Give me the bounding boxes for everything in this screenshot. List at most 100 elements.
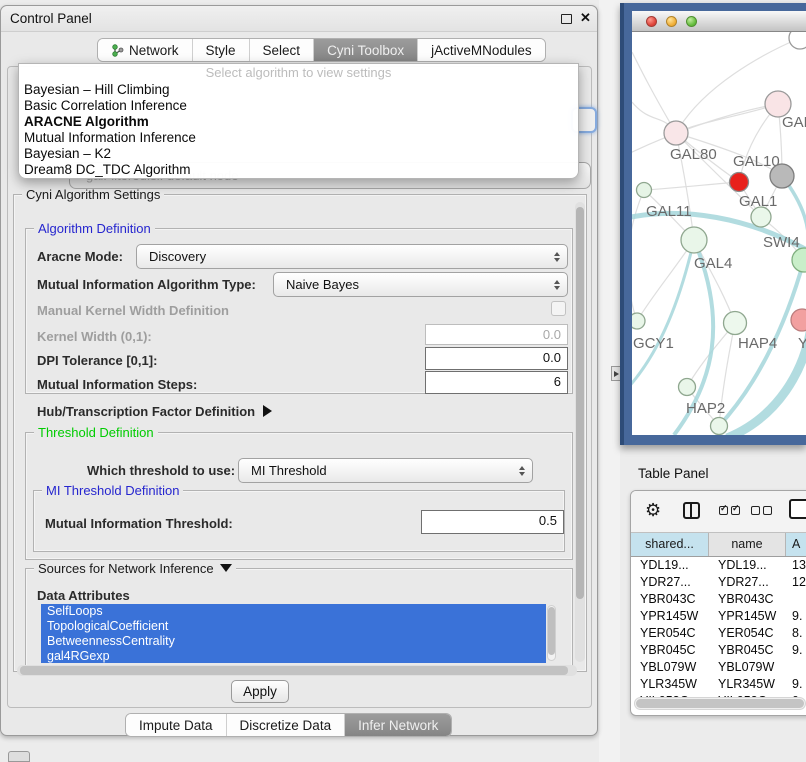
- list-item-selfloops[interactable]: SelfLoops: [41, 604, 546, 619]
- node-unlabeled[interactable]: [770, 164, 794, 188]
- deselect-all-columns-icon[interactable]: [751, 506, 772, 515]
- dropdown-item-basic-correlation-inference[interactable]: Basic Correlation Inference: [19, 98, 578, 114]
- table-row[interactable]: YBR043CYBR043C: [631, 591, 806, 608]
- node-gcy1[interactable]: [632, 313, 645, 329]
- chevron-right-icon: [263, 405, 272, 417]
- screen: Control Panel ✕ Network StyleSelectCyni T…: [0, 0, 806, 762]
- new-table-icon[interactable]: [789, 499, 806, 519]
- aracne-mode-label: Aracne Mode:: [37, 249, 123, 264]
- table-row[interactable]: YLR345WYLR345W9.: [631, 676, 806, 693]
- table-cell: YBR043C: [709, 591, 786, 608]
- network-window-titlebar[interactable]: [632, 11, 806, 32]
- network-canvas[interactable]: GALGAL80GAL10GAL11GAL1GAL4SWI4GCY1HAP4YH…: [632, 32, 806, 435]
- float-window-icon[interactable]: [561, 14, 572, 24]
- aracne-mode-combo[interactable]: Discovery: [136, 244, 568, 269]
- node-gal10[interactable]: [730, 173, 749, 192]
- table-cell: YDL19...: [631, 557, 709, 574]
- which-threshold-combo[interactable]: MI Threshold: [238, 458, 533, 483]
- dpi-tolerance-label: DPI Tolerance [0,1]:: [37, 353, 157, 368]
- manual-kernel-checkbox[interactable]: [551, 301, 566, 316]
- node-gal4[interactable]: [681, 227, 707, 253]
- threshold-definition-title: Threshold Definition: [34, 425, 158, 440]
- manual-kernel-label: Manual Kernel Width Definition: [37, 303, 229, 318]
- stepper-icon: [554, 280, 560, 290]
- node-unlabeled[interactable]: [789, 32, 806, 49]
- column-header-shared-[interactable]: shared...: [631, 533, 709, 556]
- dropdown-item-bayesian-k2[interactable]: Bayesian – K2: [19, 146, 578, 162]
- mi-threshold-group-title: MI Threshold Definition: [42, 483, 183, 498]
- table-cell: YER054C: [631, 625, 709, 642]
- close-traffic-light-icon[interactable]: [646, 16, 657, 27]
- stepper-icon: [519, 466, 525, 476]
- table-toolbar: ⚙: [631, 491, 806, 533]
- mi-threshold-field[interactable]: 0.5: [421, 510, 564, 534]
- table-horizontal-scrollbar[interactable]: [634, 697, 806, 710]
- close-icon[interactable]: ✕: [580, 10, 591, 26]
- select-all-columns-icon[interactable]: [719, 506, 740, 515]
- node-label-gal: GAL: [782, 114, 806, 131]
- table-row[interactable]: YBR045CYBR045C9.: [631, 642, 806, 659]
- apply-button[interactable]: Apply: [231, 680, 289, 703]
- tab-style[interactable]: Style: [193, 39, 250, 61]
- bottom-left-widget[interactable]: [8, 751, 30, 762]
- which-threshold-label: Which threshold to use:: [87, 463, 235, 478]
- gear-icon[interactable]: ⚙: [645, 500, 661, 521]
- column-header-name[interactable]: name: [709, 533, 786, 556]
- column-browser-icon[interactable]: [683, 502, 700, 519]
- mi-type-value: Naive Bayes: [286, 277, 359, 292]
- hub-definition-toggle[interactable]: Hub/Transcription Factor Definition: [37, 404, 272, 419]
- tab-network[interactable]: Network: [98, 39, 193, 61]
- table-cell: YBR043C: [631, 591, 709, 608]
- dropdown-items: Bayesian – Hill ClimbingBasic Correlatio…: [19, 82, 578, 178]
- table-cell: YBL079W: [709, 659, 786, 676]
- node-gal11[interactable]: [637, 183, 652, 198]
- mi-threshold-label: Mutual Information Threshold:: [45, 516, 233, 531]
- tab-select[interactable]: Select: [250, 39, 315, 61]
- mi-type-combo[interactable]: Naive Bayes: [273, 272, 568, 297]
- tab-discretize-data[interactable]: Discretize Data: [227, 714, 346, 736]
- node-unlabeled[interactable]: [711, 418, 728, 435]
- node-gal1[interactable]: [751, 207, 771, 227]
- table-row[interactable]: YBL079WYBL079W: [631, 659, 806, 676]
- splitter[interactable]: [599, 0, 620, 762]
- tab-label: Network: [129, 43, 179, 58]
- dropdown-item-bayesian-hill-climbing[interactable]: Bayesian – Hill Climbing: [19, 82, 578, 98]
- dpi-tolerance-field[interactable]: 0.0: [425, 347, 568, 370]
- attribute-list-scrollbar[interactable]: [547, 605, 556, 661]
- algorithm-dropdown-popup: Select algorithm to view settings Bayesi…: [18, 63, 579, 179]
- zoom-traffic-light-icon[interactable]: [686, 16, 697, 27]
- sources-group-title[interactable]: Sources for Network Inference: [34, 561, 236, 576]
- dropdown-item-dream8-dc-tdc-algorithm[interactable]: Dream8 DC_TDC Algorithm: [19, 162, 578, 178]
- node-gal80[interactable]: [664, 121, 688, 145]
- minimize-traffic-light-icon[interactable]: [666, 16, 677, 27]
- kernel-width-field[interactable]: 0.0: [425, 324, 568, 345]
- table-row[interactable]: YDL19...YDL19...13: [631, 557, 806, 574]
- table-cell: [786, 591, 806, 608]
- dropdown-item-aracne-algorithm[interactable]: ARACNE Algorithm: [19, 114, 578, 130]
- tab-jactivemnodules[interactable]: jActiveMNodules: [418, 39, 545, 61]
- tab-cyni-toolbox[interactable]: Cyni Toolbox: [314, 39, 418, 61]
- control-panel-title: Control Panel: [10, 11, 92, 26]
- node-swi4[interactable]: [792, 248, 806, 272]
- mi-steps-field[interactable]: 6: [425, 371, 568, 394]
- settings-horizontal-scrollbar[interactable]: [17, 665, 577, 676]
- settings-vertical-scrollbar[interactable]: [575, 202, 585, 662]
- node-hap2[interactable]: [679, 379, 696, 396]
- table-row[interactable]: YPR145WYPR145W9.: [631, 608, 806, 625]
- table-row[interactable]: YER054CYER054C8.: [631, 625, 806, 642]
- tab-impute-data[interactable]: Impute Data: [126, 714, 227, 736]
- list-item-topologicalcoefficient[interactable]: TopologicalCoefficient: [41, 619, 546, 634]
- list-item-betweennesscentrality[interactable]: BetweennessCentrality: [41, 634, 546, 649]
- node-label-hap4: HAP4: [738, 335, 777, 352]
- stepper-icon: [554, 252, 560, 262]
- table-row[interactable]: YDR27...YDR27...12: [631, 574, 806, 591]
- column-header-a[interactable]: A: [786, 533, 806, 556]
- control-panel-titlebar[interactable]: Control Panel ✕: [1, 6, 597, 32]
- tab-infer-network[interactable]: Infer Network: [345, 714, 451, 736]
- data-attributes-list[interactable]: SelfLoopsTopologicalCoefficientBetweenne…: [41, 604, 546, 663]
- dropdown-item-mutual-information-inference[interactable]: Mutual Information Inference: [19, 130, 578, 146]
- kernel-width-label: Kernel Width (0,1):: [37, 329, 152, 344]
- node-y[interactable]: [791, 309, 806, 331]
- node-hap4[interactable]: [724, 312, 747, 335]
- list-item-gal4rgexp[interactable]: gal4RGexp: [41, 649, 546, 663]
